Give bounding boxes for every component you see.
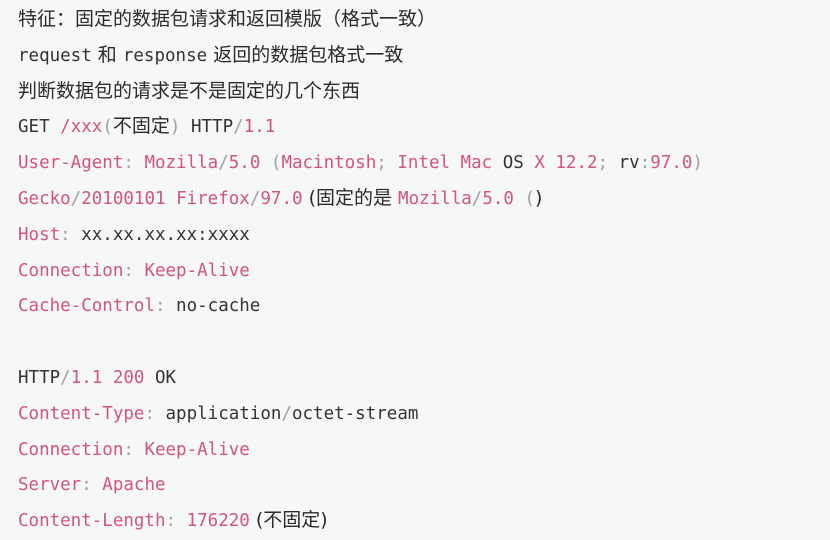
text-line-rr: request 和 response 返回的数据包格式一致: [18, 38, 830, 74]
text-line-ctype: Content-Type: application/octet-stream: [18, 396, 830, 432]
text-segment: 特征：固定的数据包请求和返回模版（格式一致）: [18, 8, 437, 30]
text-line-server: Server: Apache: [18, 467, 830, 503]
text-segment: User-Agent: [18, 153, 124, 174]
text-segment: application: [165, 403, 282, 424]
text-line-conn2: Connection: Keep-Alive: [18, 432, 830, 468]
text-segment: Keep-Alive: [144, 439, 250, 460]
text-segment: (: [102, 117, 113, 138]
text-line-cache: Cache-Control: no-cache: [18, 288, 830, 324]
text-segment: ;: [597, 153, 619, 174]
text-segment: Firefox: [165, 188, 250, 209]
text-segment: Cache-Control: [18, 296, 155, 317]
text-segment: 1.1: [243, 117, 276, 138]
text-segment: OK: [144, 367, 177, 388]
text-segment: (固定的是: [302, 186, 399, 209]
text-segment: xx.xx.xx.xx:xxxx: [81, 224, 250, 245]
text-line-ua: User-Agent: Mozilla/5.0 (Macintosh; Inte…: [18, 145, 830, 181]
text-segment: rv: [618, 153, 640, 174]
text-segment: :: [154, 296, 177, 317]
text-segment: Gecko: [18, 188, 71, 209]
text-segment: 5.0: [228, 153, 261, 174]
text-line-host: Host: xx.xx.xx.xx:xxxx: [18, 217, 830, 253]
text-segment: /: [281, 403, 292, 424]
text-segment: Connection: [18, 260, 124, 281]
text-segment: /: [60, 367, 71, 388]
text-segment: Content-Length: [18, 511, 166, 532]
text-segment: :: [60, 224, 82, 245]
text-segment: ;: [376, 153, 398, 174]
text-segment: /: [218, 153, 229, 174]
text-segment: Apache: [102, 475, 166, 496]
text-segment: 176220: [186, 511, 250, 532]
text-segment: 判断数据包的请求是不是固定的几个东西: [18, 79, 361, 102]
text-segment: HTTP: [18, 367, 61, 388]
text-line-blank: [18, 324, 830, 360]
text-segment: 和: [91, 43, 123, 66]
text-segment: 97.0: [260, 188, 303, 209]
text-line-conn1: Connection: Keep-Alive: [18, 253, 830, 289]
text-line-gecko: Gecko/20100101 Firefox/97.0 (固定的是 Mozill…: [18, 181, 830, 217]
text-segment: Connection: [18, 439, 124, 460]
text-segment: OS: [492, 153, 535, 174]
text-segment: 5.0: [482, 188, 514, 209]
text-segment: 200: [112, 367, 145, 388]
text-segment: /xxx: [60, 117, 103, 138]
text-segment: 返回的数据包格式一致: [207, 43, 404, 66]
text-segment: :: [165, 511, 187, 532]
text-segment: /: [70, 188, 82, 209]
text-segment: Keep-Alive: [144, 260, 250, 281]
text-segment: 97.0: [650, 153, 693, 174]
text-segment: ): [535, 186, 543, 209]
text-segment: 1.1: [70, 367, 103, 388]
text-line-judge: 判断数据包的请求是不是固定的几个东西: [18, 74, 830, 110]
text-segment: response: [122, 45, 208, 66]
text-segment: :: [123, 439, 145, 460]
text-segment: [102, 368, 113, 388]
text-segment: Intel Mac: [397, 153, 493, 174]
text-segment: Content-Type: [18, 403, 145, 424]
text-segment: no-cache: [176, 296, 261, 317]
text-segment: GET: [18, 117, 61, 138]
text-segment: Mozilla: [144, 153, 219, 174]
text-segment: /: [471, 188, 483, 209]
text-line-status: HTTP/1.1 200 OK: [18, 360, 830, 396]
text-segment: /: [233, 117, 244, 138]
text-segment: :: [123, 153, 145, 174]
text-segment: :: [81, 475, 103, 496]
text-segment: octet-stream: [291, 403, 419, 424]
text-segment: Macintosh: [281, 153, 377, 174]
text-segment: :: [639, 153, 651, 174]
text-segment: ): [169, 117, 181, 138]
text-segment: Server: [18, 475, 82, 496]
text-segment: :: [144, 403, 166, 424]
text-segment: :: [123, 260, 145, 281]
text-segment: (: [513, 188, 536, 209]
text-segment: ): [692, 153, 703, 174]
text-segment: Host: [18, 224, 61, 245]
text-segment: X 12.2: [534, 153, 598, 174]
text-segment: 不固定: [112, 115, 170, 138]
text-line-clen: Content-Length: 176220 (不固定): [18, 503, 830, 539]
text-segment: (不固定): [249, 509, 328, 532]
text-segment: Mozilla: [398, 188, 472, 209]
text-line-get: GET /xxx(不固定) HTTP/1.1: [18, 109, 830, 145]
text-segment: request: [18, 45, 92, 66]
document-body: 特征：固定的数据包请求和返回模版（格式一致） request 和 response…: [0, 0, 830, 539]
text-segment: /: [249, 188, 261, 209]
text-line-feature: 特征：固定的数据包请求和返回模版（格式一致）: [18, 2, 830, 38]
text-segment: HTTP: [180, 117, 234, 138]
text-segment: 20100101: [81, 188, 166, 209]
text-segment: (: [260, 153, 282, 174]
